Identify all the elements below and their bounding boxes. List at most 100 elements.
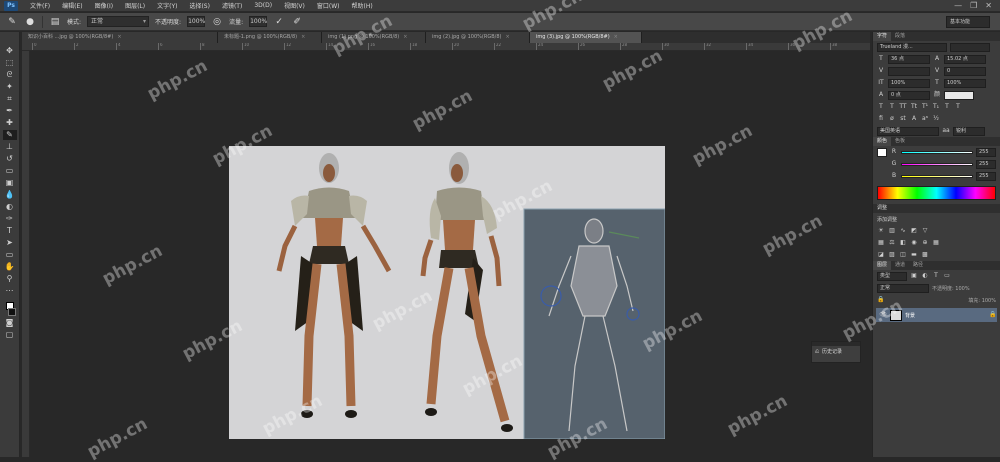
visibility-eye-icon[interactable]: 👁	[879, 311, 887, 319]
subscript-icon[interactable]: T₁	[932, 103, 940, 111]
workspace-select[interactable]: 基本功能	[946, 16, 990, 28]
color-spectrum[interactable]	[877, 186, 996, 200]
history-item[interactable]: ⎌ 历史记录	[812, 346, 860, 357]
black-white-icon[interactable]: ◧	[899, 239, 907, 247]
threshold-icon[interactable]: ◫	[899, 251, 907, 259]
shape-tool-icon[interactable]: ▭	[3, 250, 17, 260]
superscript-icon[interactable]: T¹	[921, 103, 929, 111]
close-icon[interactable]: ×	[505, 34, 509, 40]
tab-color[interactable]: 颜色	[873, 137, 892, 146]
red-input[interactable]: 255	[976, 147, 996, 157]
all-caps-icon[interactable]: TT	[899, 103, 907, 111]
strikethrough-icon[interactable]: T	[954, 103, 962, 111]
underline-icon[interactable]: T	[943, 103, 951, 111]
flow-input[interactable]: 100%	[249, 16, 267, 27]
font-size-input[interactable]: 36 点	[888, 54, 930, 64]
vibrance-icon[interactable]: ▽	[921, 227, 929, 235]
filter-adjust-icon[interactable]: ◐	[921, 272, 929, 280]
blue-slider[interactable]	[901, 174, 973, 178]
swash-icon[interactable]: st	[899, 115, 907, 123]
lasso-tool-icon[interactable]: ᘓ	[3, 70, 17, 80]
tab-document-2[interactable]: 未标题-1.png @ 100%(RGB/8) ×	[218, 32, 322, 43]
photo-filter-icon[interactable]: ◉	[910, 239, 918, 247]
menu-filter[interactable]: 滤镜(T)	[216, 1, 248, 10]
brush-size-icon[interactable]: ●	[24, 16, 36, 28]
eraser-icon[interactable]: ▭	[3, 166, 17, 176]
tab-paths[interactable]: 路径	[909, 261, 927, 270]
gradient-icon[interactable]: ▣	[3, 178, 17, 188]
brightness-icon[interactable]: ☀	[877, 227, 885, 235]
gradient-map-icon[interactable]: ▬	[910, 251, 918, 259]
close-icon[interactable]: ×	[403, 34, 407, 40]
discretionary-icon[interactable]: ø	[888, 115, 896, 123]
tab-document-4[interactable]: img (2).jpg @ 100%(RGB/8) ×	[426, 32, 530, 43]
kerning-input[interactable]	[888, 66, 930, 76]
fraction-icon[interactable]: ½	[932, 115, 940, 123]
menu-image[interactable]: 图像(I)	[89, 1, 119, 10]
posterize-icon[interactable]: ▨	[888, 251, 896, 259]
zoom-tool-icon[interactable]: ⚲	[3, 274, 17, 284]
adjustments-header[interactable]: 调整	[873, 204, 1000, 213]
ligature-icon[interactable]: fi	[877, 115, 885, 123]
font-family-select[interactable]: Trueland 漫...	[877, 42, 947, 52]
layer-kind-select[interactable]: 类型	[877, 271, 907, 281]
pressure-size-icon[interactable]: ✐	[291, 16, 303, 28]
blue-input[interactable]: 255	[976, 171, 996, 181]
layer-opacity-label[interactable]: 不透明度: 100%	[932, 285, 970, 292]
green-slider[interactable]	[901, 162, 973, 166]
minimize-button[interactable]: —	[954, 1, 962, 10]
menu-window[interactable]: 窗口(W)	[311, 1, 346, 10]
faux-bold-icon[interactable]: T	[877, 103, 885, 111]
hand-tool-icon[interactable]: ✋	[3, 262, 17, 272]
filter-pixel-icon[interactable]: ▣	[910, 272, 918, 280]
layer-row-background[interactable]: 👁 背景 🔒	[876, 308, 997, 322]
marquee-tool-icon[interactable]: ⬚	[3, 58, 17, 68]
blend-mode-select[interactable]: 正常	[877, 283, 929, 293]
small-caps-icon[interactable]: Tt	[910, 103, 918, 111]
close-icon[interactable]: ×	[614, 34, 618, 40]
menu-view[interactable]: 视图(V)	[278, 1, 311, 10]
history-floating-panel[interactable]: ⎌ 历史记录	[811, 341, 861, 363]
background-color-swatch[interactable]	[8, 308, 16, 316]
layer-fill-label[interactable]: 填充: 100%	[968, 297, 996, 304]
restore-button[interactable]: ❐	[970, 1, 977, 10]
eyedropper-icon[interactable]: ✒	[3, 106, 17, 116]
menu-3d[interactable]: 3D(D)	[248, 2, 278, 9]
brush-preset-icon[interactable]: ✎	[6, 16, 18, 28]
ordinal-icon[interactable]: aᵃ	[921, 115, 929, 123]
quick-select-icon[interactable]: ✦	[3, 82, 17, 92]
menu-type[interactable]: 文字(Y)	[151, 1, 183, 10]
font-style-select[interactable]	[950, 42, 990, 52]
close-button[interactable]: ✕	[985, 1, 992, 10]
color-balance-icon[interactable]: ⚖	[888, 239, 896, 247]
tracking-input[interactable]: 0	[944, 66, 986, 76]
clone-stamp-icon[interactable]: ⊥	[3, 142, 17, 152]
antialias-select[interactable]: 锐利	[953, 126, 985, 136]
exposure-icon[interactable]: ◩	[910, 227, 918, 235]
filter-shape-icon[interactable]: ▭	[943, 272, 951, 280]
curves-icon[interactable]: ∿	[899, 227, 907, 235]
levels-icon[interactable]: ▥	[888, 227, 896, 235]
tab-channels[interactable]: 通道	[891, 261, 909, 270]
menu-file[interactable]: 文件(F)	[24, 1, 56, 10]
blur-tool-icon[interactable]: 💧	[3, 190, 17, 200]
vertical-scale-input[interactable]: 100%	[888, 78, 930, 88]
baseline-input[interactable]: 0 点	[888, 90, 930, 100]
leading-input[interactable]: 15.02 点	[944, 54, 986, 64]
tab-document-5[interactable]: img (3).jpg @ 100%(RGB/8#) ×	[530, 32, 642, 43]
brush-tool-icon[interactable]: ✎	[2, 130, 17, 140]
menu-help[interactable]: 帮助(H)	[346, 1, 379, 10]
tab-swatches[interactable]: 色板	[891, 137, 909, 146]
channel-mixer-icon[interactable]: ⊕	[921, 239, 929, 247]
close-icon[interactable]: ×	[117, 34, 121, 40]
lock-icon[interactable]: 🔒	[877, 296, 885, 304]
airbrush-icon[interactable]: ✓	[273, 16, 285, 28]
selective-color-icon[interactable]: ▩	[921, 251, 929, 259]
healing-brush-icon[interactable]: ✚	[3, 118, 17, 128]
invert-icon[interactable]: ◪	[877, 251, 885, 259]
document-image[interactable]	[229, 146, 665, 439]
close-icon[interactable]: ×	[301, 34, 305, 40]
pressure-opacity-icon[interactable]: ◎	[211, 16, 223, 28]
menu-select[interactable]: 选择(S)	[183, 1, 216, 10]
horizontal-scale-input[interactable]: 100%	[944, 78, 986, 88]
